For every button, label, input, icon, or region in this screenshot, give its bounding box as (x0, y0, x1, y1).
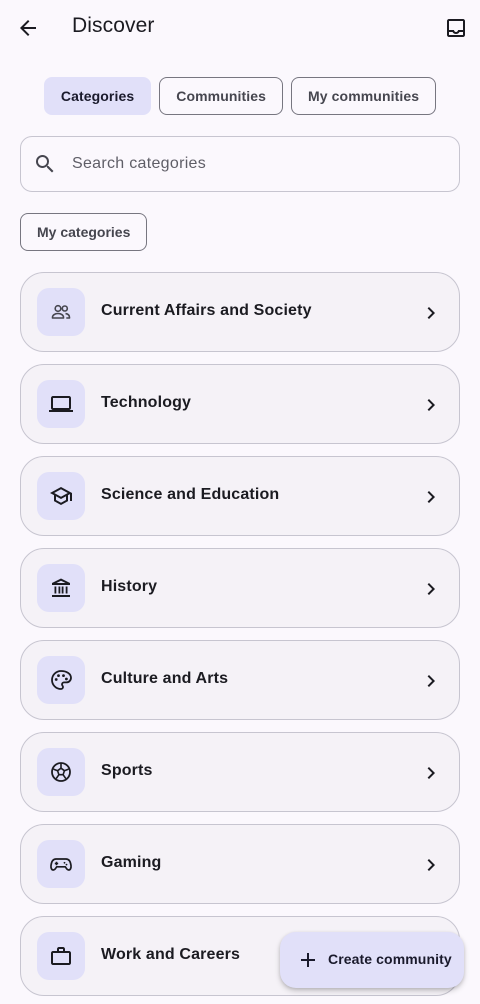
category-label: Sports (101, 762, 153, 779)
category-icon-container (37, 932, 85, 980)
category-label: Science and Education (101, 486, 280, 503)
chevron-right-icon (427, 399, 435, 411)
category-label: History (101, 578, 158, 595)
plus-icon (301, 953, 315, 967)
inbox-icon (447, 19, 465, 37)
search-icon (36, 155, 54, 173)
page-title: Discover (72, 14, 155, 37)
discover-screen: Discover Categories Communities My commu… (0, 0, 480, 1004)
museum-icon (52, 578, 70, 597)
search-input[interactable] (72, 137, 452, 191)
tab-my-communities[interactable]: My communities (291, 77, 437, 115)
category-card[interactable]: Sports (20, 732, 460, 812)
my-categories-chip[interactable]: My categories (20, 213, 148, 251)
category-list: Current Affairs and Society Technology S… (20, 272, 460, 1004)
category-icon-container (37, 840, 85, 888)
gamepad-icon (50, 858, 72, 871)
category-icon-container (37, 472, 85, 520)
chevron-right-icon (427, 583, 435, 595)
category-label: Current Affairs and Society (101, 302, 312, 319)
discover-tabs: Categories Communities My communities (0, 77, 480, 115)
category-card[interactable]: Science and Education (20, 456, 460, 536)
category-card[interactable]: Culture and Arts (20, 640, 460, 720)
create-community-label: Create community (328, 951, 452, 967)
top-app-bar: Discover (0, 0, 480, 56)
arrow-back-icon (20, 20, 36, 36)
tab-communities[interactable]: Communities (159, 77, 284, 115)
category-icon-container (37, 564, 85, 612)
category-icon-container (37, 748, 85, 796)
school-icon (50, 487, 72, 505)
laptop-icon (49, 396, 73, 412)
chevron-right-icon (427, 307, 435, 319)
palette-icon (51, 670, 72, 690)
category-label: Culture and Arts (101, 670, 229, 687)
category-card[interactable]: Gaming (20, 824, 460, 904)
chevron-right-icon (427, 859, 435, 871)
category-icon-container (37, 656, 85, 704)
category-label: Technology (101, 394, 192, 411)
chevron-right-icon (427, 767, 435, 779)
category-icon-container (37, 380, 85, 428)
inbox-button[interactable] (436, 8, 476, 48)
category-card[interactable]: Technology (20, 364, 460, 444)
people-icon (51, 304, 71, 319)
category-card[interactable]: Current Affairs and Society (20, 272, 460, 352)
chevron-right-icon (427, 491, 435, 503)
ball-icon (51, 762, 71, 782)
category-label: Gaming (101, 854, 162, 871)
search-bar (20, 136, 460, 192)
tab-categories[interactable]: Categories (43, 77, 152, 115)
category-label: Work and Careers (101, 946, 241, 963)
category-card[interactable]: History (20, 548, 460, 628)
briefcase-icon (51, 947, 71, 965)
category-icon-container (37, 288, 85, 336)
create-community-button[interactable]: Create community (280, 932, 464, 988)
back-button[interactable] (8, 8, 48, 48)
chevron-right-icon (427, 675, 435, 687)
